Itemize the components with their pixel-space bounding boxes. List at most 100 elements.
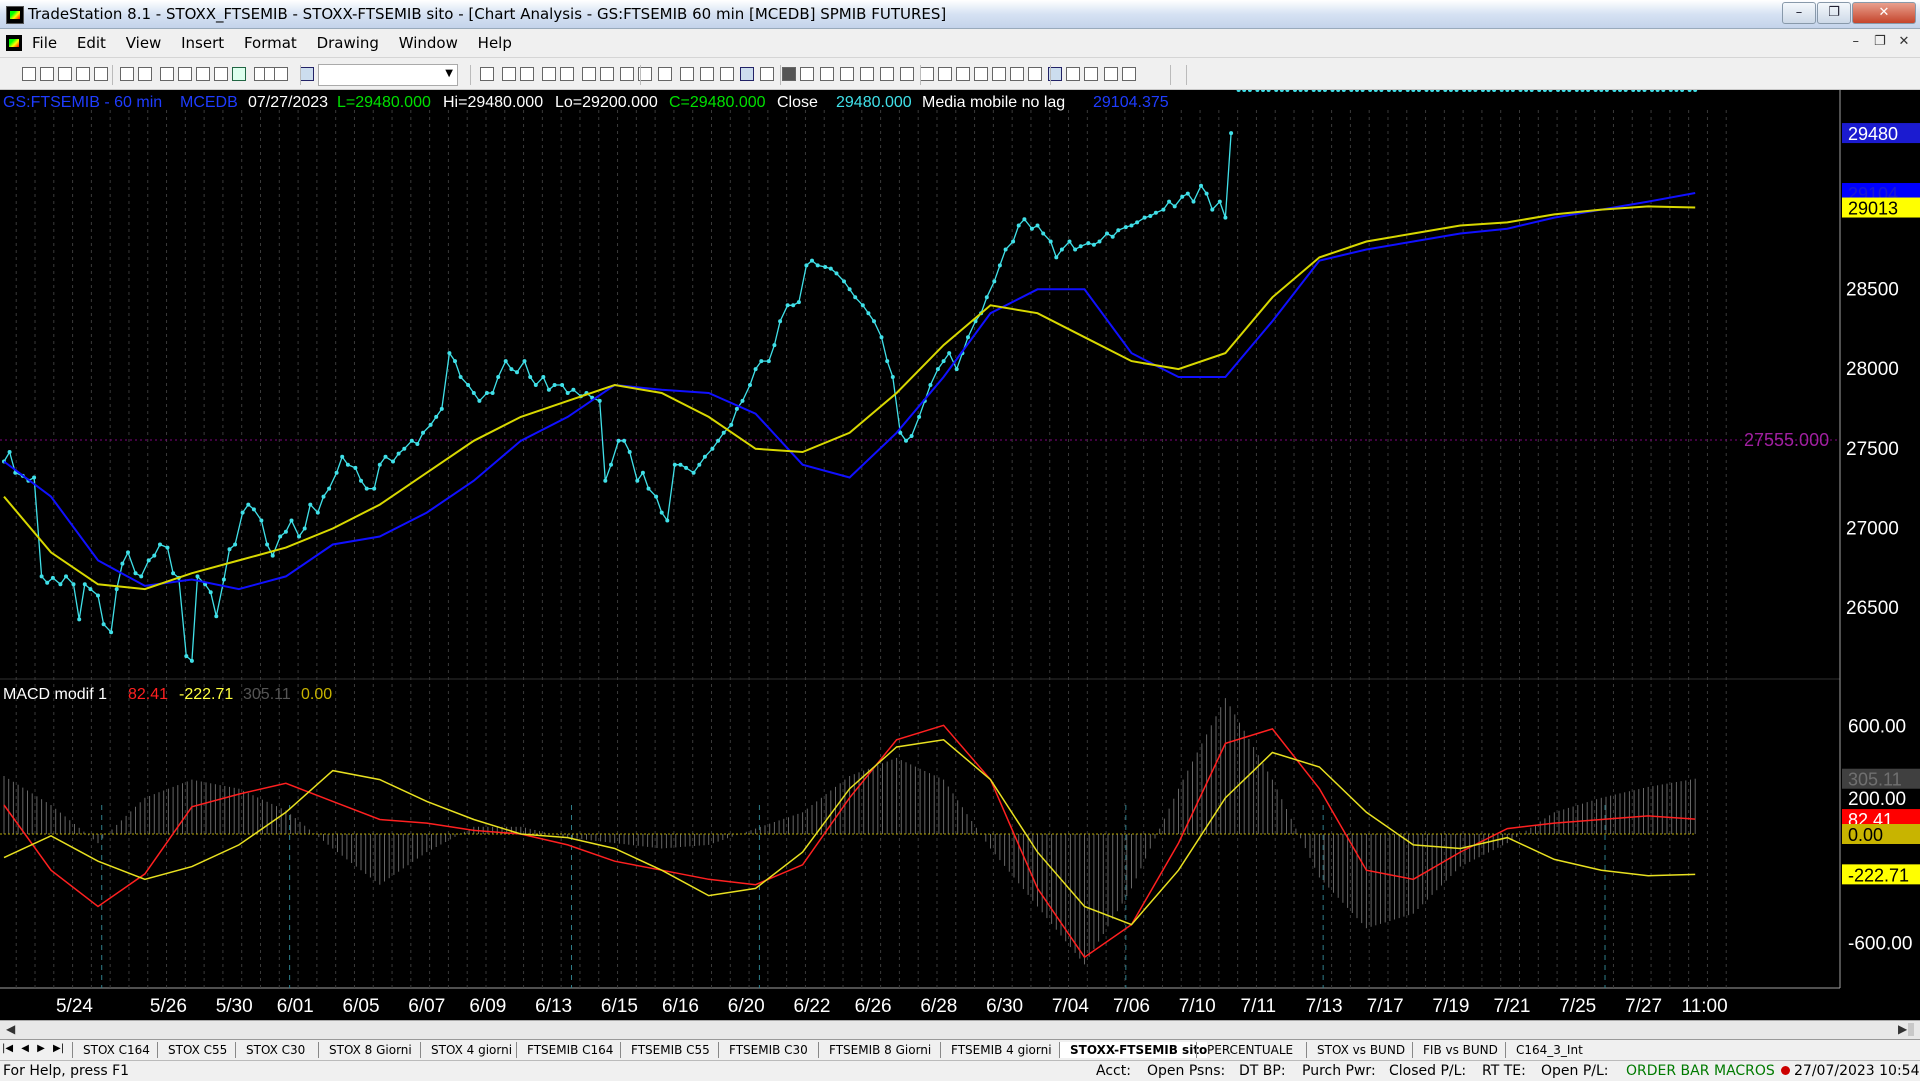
tradestation-app-icon[interactable] [6, 6, 24, 24]
toolbar-spiral-icon[interactable] [992, 67, 1006, 81]
macros-button[interactable]: MACROS [1714, 1063, 1775, 1079]
toolbar-rect-icon[interactable] [1104, 67, 1118, 81]
toolbar-open-icon[interactable] [40, 67, 54, 81]
toolbar-color-icon[interactable] [232, 67, 246, 81]
tab-stox-4-giorni[interactable]: STOX 4 giorni [420, 1042, 512, 1058]
close-point [1529, 90, 1534, 92]
toolbar-wrench-icon[interactable] [720, 67, 734, 81]
order-bar-button[interactable]: ORDER BAR [1626, 1063, 1709, 1079]
scroll-right-icon[interactable]: ▶ [1898, 1022, 1907, 1036]
tab-ftsemib-c30[interactable]: FTSEMIB C30 [718, 1042, 808, 1058]
toolbar-andrews-icon[interactable] [956, 67, 970, 81]
tab-next-icon[interactable]: ▶ [37, 1043, 45, 1054]
close-point [7, 450, 12, 454]
tab-last-icon[interactable]: ▶| [53, 1043, 64, 1054]
toolbar-bar-icon[interactable] [582, 67, 596, 81]
close-button[interactable]: ✕ [1852, 2, 1916, 24]
tab-c164-3-int[interactable]: C164_3_Int [1505, 1042, 1583, 1058]
scroll-left-icon[interactable]: ◀ [6, 1022, 15, 1036]
menu-window[interactable]: Window [399, 34, 458, 52]
close-point [721, 430, 726, 435]
toolbar-vlines-icon[interactable] [800, 67, 814, 81]
child-close-icon[interactable]: ✕ [1894, 34, 1914, 49]
child-restore-icon[interactable]: ❐ [1870, 34, 1890, 49]
toolbar-gann-icon[interactable] [974, 67, 988, 81]
toolbar-move-icon[interactable] [620, 67, 634, 81]
toolbar-strategy-icon[interactable] [520, 67, 534, 81]
toolbar-drag-icon[interactable] [560, 67, 574, 81]
toolbar-text-icon[interactable] [1122, 67, 1136, 81]
tab-percentuale[interactable]: PERCENTUALE [1196, 1042, 1293, 1058]
close-point [1510, 90, 1515, 92]
chart-area[interactable]: 26500 27000 27500 28000 28500 27555.000 29480 2… [0, 90, 1920, 1020]
toolbar-zoom-icon[interactable] [300, 67, 314, 81]
toolbar-copy-icon[interactable] [76, 67, 90, 81]
menu-insert[interactable]: Insert [181, 34, 224, 52]
menu-file[interactable]: File [32, 34, 57, 52]
close-point [214, 614, 219, 619]
scroll-thumb[interactable] [1908, 1023, 1914, 1036]
toolbar-arc-icon[interactable] [880, 67, 894, 81]
menu-format[interactable]: Format [244, 34, 297, 52]
toolbar-line-icon[interactable] [782, 67, 796, 81]
child-minimize-icon[interactable]: – [1846, 34, 1866, 49]
toolbar-symbol-icon[interactable] [274, 67, 288, 81]
close-point [1142, 215, 1147, 220]
toolbar-lock-icon[interactable] [196, 67, 210, 81]
tab-ftsemib-c55[interactable]: FTSEMIB C55 [620, 1042, 710, 1058]
maximize-button[interactable]: ❐ [1817, 2, 1851, 24]
toolbar-new-icon[interactable] [22, 67, 36, 81]
toolbar-ellipse-icon[interactable] [1084, 67, 1098, 81]
toolbar-print-preview-icon[interactable] [138, 67, 152, 81]
toolbar-compress-icon[interactable] [600, 67, 614, 81]
macd-header-value-3: 305.11 [243, 686, 291, 703]
toolbar-zoom-out-icon[interactable] [658, 67, 672, 81]
menu-drawing[interactable]: Drawing [317, 34, 379, 52]
tab-stoxx-ftsemib-sito[interactable]: STOXX-FTSEMIB sito [1059, 1042, 1208, 1058]
close-point [1199, 183, 1203, 188]
close-point [428, 422, 433, 427]
close-point [1191, 199, 1196, 204]
toolbar-arrows-icon[interactable] [480, 67, 494, 81]
tab-first-icon[interactable]: |◀ [2, 1043, 13, 1054]
toolbar-up-arrow-icon[interactable] [1066, 67, 1080, 81]
toolbar-cross-icon[interactable] [700, 67, 714, 81]
tab-ftsemib-8-giorni[interactable]: FTSEMIB 8 Giorni [818, 1042, 931, 1058]
toolbar-pencil-icon[interactable] [1010, 67, 1024, 81]
tab-ftsemib-4-giorni[interactable]: FTSEMIB 4 giorni [940, 1042, 1052, 1058]
symbol-combo[interactable] [318, 64, 458, 86]
toolbar-fib-icon[interactable] [840, 67, 854, 81]
menu-view[interactable]: View [126, 34, 162, 52]
chart-window-icon[interactable] [6, 35, 22, 51]
toolbar-channel-icon[interactable] [860, 67, 874, 81]
toolbar-eraser-icon[interactable] [760, 67, 774, 81]
tab-prev-icon[interactable]: ◀ [21, 1043, 29, 1054]
toolbar-curve-icon[interactable] [1028, 67, 1042, 81]
toolbar-tools-icon[interactable] [214, 67, 228, 81]
toolbar-hlines-icon[interactable] [820, 67, 834, 81]
tab-stox-c30[interactable]: STOX C30 [235, 1042, 305, 1058]
menu-edit[interactable]: Edit [77, 34, 106, 52]
toolbar-print-icon[interactable] [120, 67, 134, 81]
toolbar-expand-icon[interactable] [542, 67, 556, 81]
toolbar-pointer-icon[interactable] [680, 67, 694, 81]
tab-stox-c164[interactable]: STOX C164 [72, 1042, 150, 1058]
toolbar-indicator-icon[interactable] [502, 67, 516, 81]
toolbar-save-all-icon[interactable] [58, 67, 72, 81]
tab-stox-8-giorni[interactable]: STOX 8 Giorni [318, 1042, 412, 1058]
tab-stox-c55[interactable]: STOX C55 [157, 1042, 227, 1058]
tab-stox-vs-bund[interactable]: STOX vs BUND [1306, 1042, 1405, 1058]
price-tick-label: 27000 [1846, 519, 1899, 540]
tab-ftsemib-c164[interactable]: FTSEMIB C164 [516, 1042, 613, 1058]
menu-help[interactable]: Help [478, 34, 512, 52]
toolbar-parallel-icon[interactable] [938, 67, 952, 81]
horizontal-scrollbar[interactable]: ◀ ▶ [0, 1020, 1920, 1039]
minimize-button[interactable]: – [1782, 2, 1816, 24]
tab-fib-vs-bund[interactable]: FIB vs BUND [1412, 1042, 1498, 1058]
toolbar-insert-icon[interactable] [740, 67, 754, 81]
toolbar-cut-icon[interactable] [160, 67, 174, 81]
toolbar-paste-icon[interactable] [178, 67, 192, 81]
toolbar-arrow-icon[interactable] [920, 67, 934, 81]
toolbar-folder-icon[interactable] [94, 67, 108, 81]
toolbar-trend-icon[interactable] [900, 67, 914, 81]
